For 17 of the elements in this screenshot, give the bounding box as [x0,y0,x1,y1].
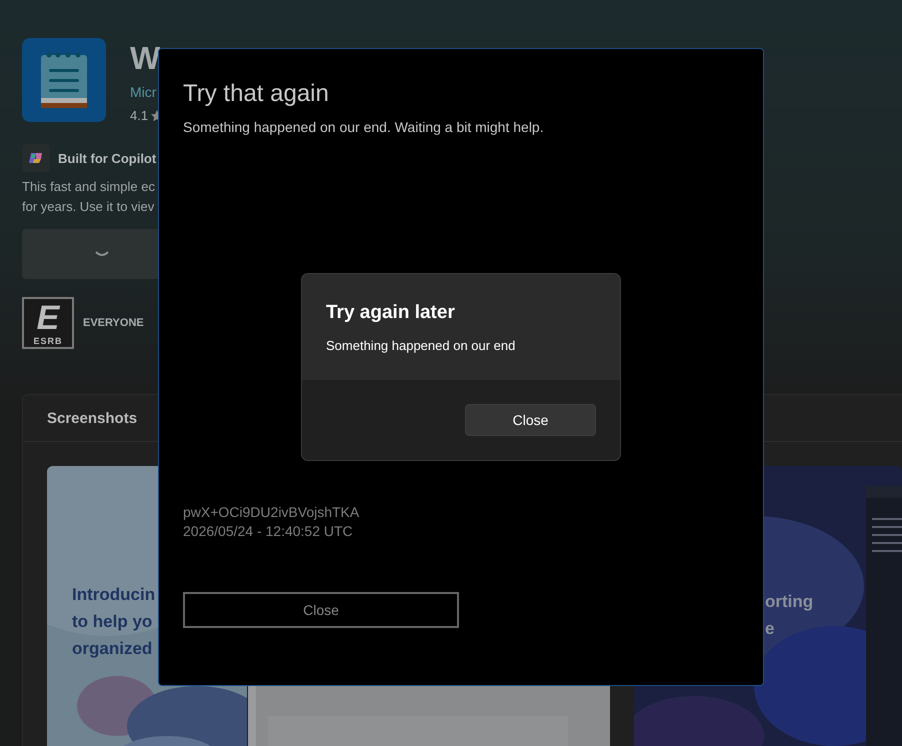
rating-value: 4.1 [130,108,148,123]
screenshot-caption: orting [765,591,814,613]
app-description: This fast and simple ec [22,178,156,196]
copilot-badge-label: Built for Copilot [58,150,156,166]
close-button[interactable]: Close [183,592,459,628]
copilot-icon [22,144,50,172]
notepad-icon [22,38,106,122]
close-button[interactable]: Close [465,404,596,436]
alert-title: Try again later [326,302,456,324]
esrb-rating-label: EVERYONE [83,317,144,329]
app-description: for years. Use it to viev [22,198,156,216]
esrb-rating-logo: E ESRB [22,297,74,349]
dialog-message: Something happened on our end. Waiting a bit might help. [183,119,545,135]
screenshot-caption: e [765,618,774,640]
section-heading: Screenshots [47,410,138,426]
alert-message: Something happened on our end [326,338,516,353]
dialog-title: Try that again [183,79,330,109]
